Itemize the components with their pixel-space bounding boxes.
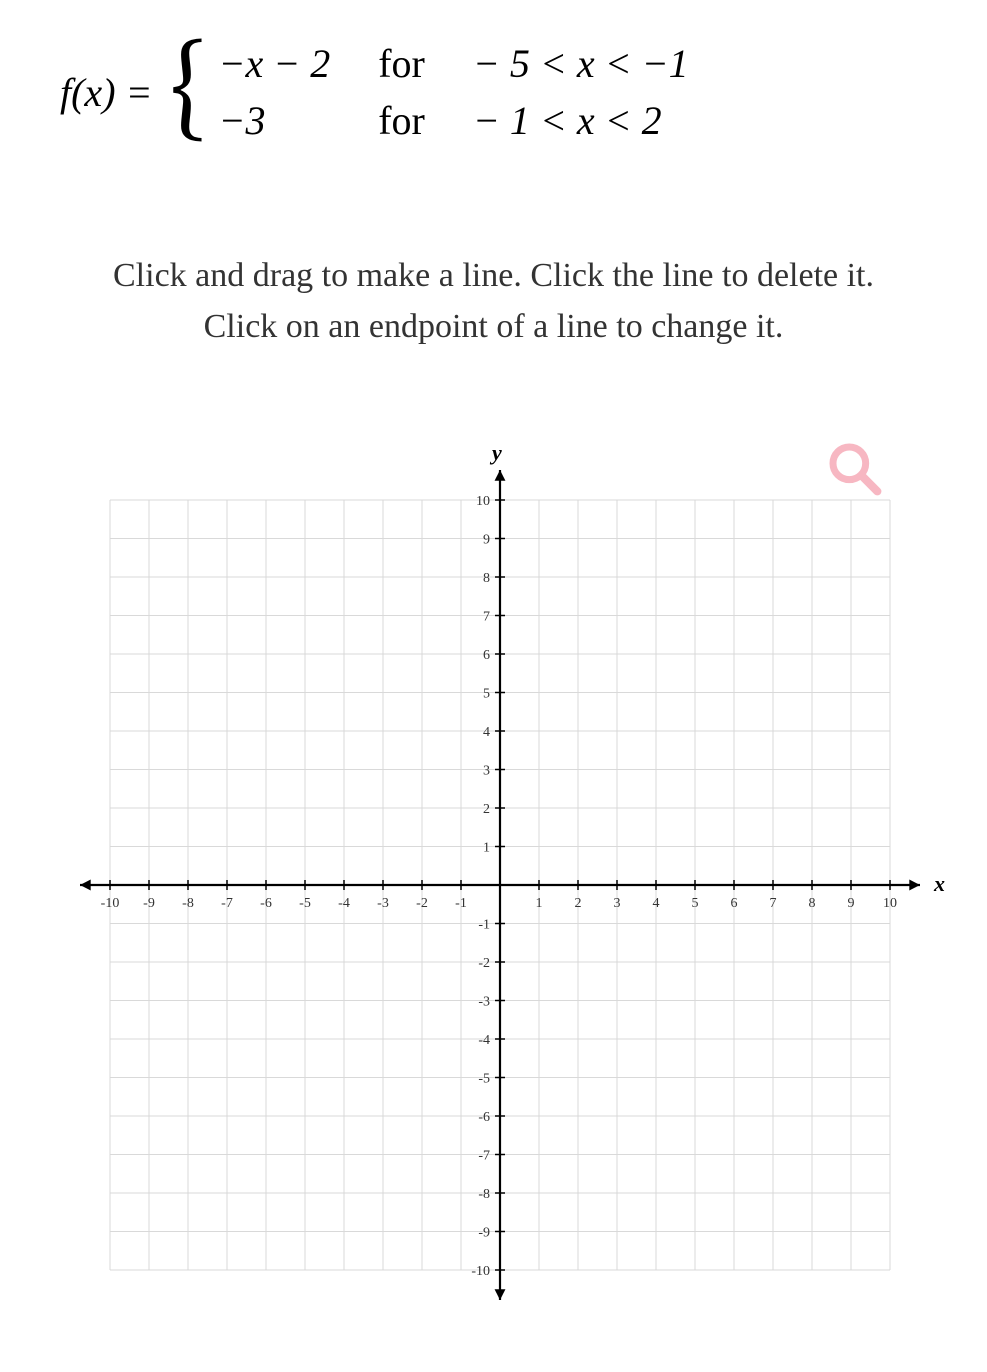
case-for: for <box>378 97 425 144</box>
coordinate-grid[interactable]: -10 -9 -8 -7 -6 -5 -4 -3 -2 -1 1 2 3 4 5 6 7 8 9 10 -10 -9 -8 -… <box>50 440 950 1350</box>
svg-text:-9: -9 <box>478 1226 490 1241</box>
svg-text:-4: -4 <box>478 1033 490 1048</box>
svg-text:-7: -7 <box>221 896 233 911</box>
svg-text:7: 7 <box>483 610 490 625</box>
svg-text:1: 1 <box>483 841 490 856</box>
svg-text:7: 7 <box>770 896 777 911</box>
svg-text:8: 8 <box>809 896 816 911</box>
case-expr: −3 <box>218 97 330 144</box>
case-domain: − 5 < x < −1 <box>473 40 689 87</box>
svg-text:6: 6 <box>483 648 490 663</box>
piecewise-equation: f(x) = { −x − 2 for − 5 < x < −1 −3 for … <box>60 40 927 144</box>
svg-text:-5: -5 <box>478 1072 490 1087</box>
svg-text:10: 10 <box>476 494 490 509</box>
svg-text:-8: -8 <box>478 1187 490 1202</box>
svg-text:-6: -6 <box>478 1110 490 1125</box>
svg-text:-4: -4 <box>338 896 350 911</box>
svg-text:3: 3 <box>483 764 490 779</box>
svg-text:4: 4 <box>653 896 660 911</box>
svg-text:-1: -1 <box>478 918 490 933</box>
svg-text:-7: -7 <box>478 1149 490 1164</box>
instructions: Click and drag to make a line. Click the… <box>60 250 927 352</box>
svg-text:-1: -1 <box>455 896 467 911</box>
svg-text:2: 2 <box>575 896 582 911</box>
svg-text:-2: -2 <box>416 896 428 911</box>
svg-text:4: 4 <box>483 725 490 740</box>
case-expr: −x − 2 <box>218 40 330 87</box>
case-for: for <box>378 40 425 87</box>
svg-text:-6: -6 <box>260 896 272 911</box>
svg-text:-3: -3 <box>377 896 389 911</box>
svg-text:9: 9 <box>483 533 490 548</box>
case-domain: − 1 < x < 2 <box>473 97 689 144</box>
svg-text:6: 6 <box>731 896 738 911</box>
svg-text:-10: -10 <box>471 1264 490 1279</box>
svg-text:-9: -9 <box>143 896 155 911</box>
svg-text:3: 3 <box>614 896 621 911</box>
equation-cases: −x − 2 for − 5 < x < −1 −3 for − 1 < x <… <box>218 40 688 144</box>
svg-text:5: 5 <box>692 896 699 911</box>
instructions-line: Click and drag to make a line. Click the… <box>60 250 927 301</box>
svg-text:10: 10 <box>883 896 897 911</box>
svg-text:2: 2 <box>483 802 490 817</box>
svg-text:9: 9 <box>848 896 855 911</box>
svg-text:-10: -10 <box>101 896 120 911</box>
instructions-line: Click on an endpoint of a line to change… <box>60 301 927 352</box>
svg-text:-2: -2 <box>478 956 490 971</box>
svg-text:-8: -8 <box>182 896 194 911</box>
svg-text:x: x <box>933 871 945 896</box>
svg-text:8: 8 <box>483 571 490 586</box>
svg-text:y: y <box>489 440 502 465</box>
equation-lhs: f(x) = <box>60 69 153 116</box>
svg-text:5: 5 <box>483 687 490 702</box>
svg-text:-3: -3 <box>478 995 490 1010</box>
svg-text:-5: -5 <box>299 896 311 911</box>
svg-text:1: 1 <box>536 896 543 911</box>
left-brace-icon: { <box>171 65 207 120</box>
